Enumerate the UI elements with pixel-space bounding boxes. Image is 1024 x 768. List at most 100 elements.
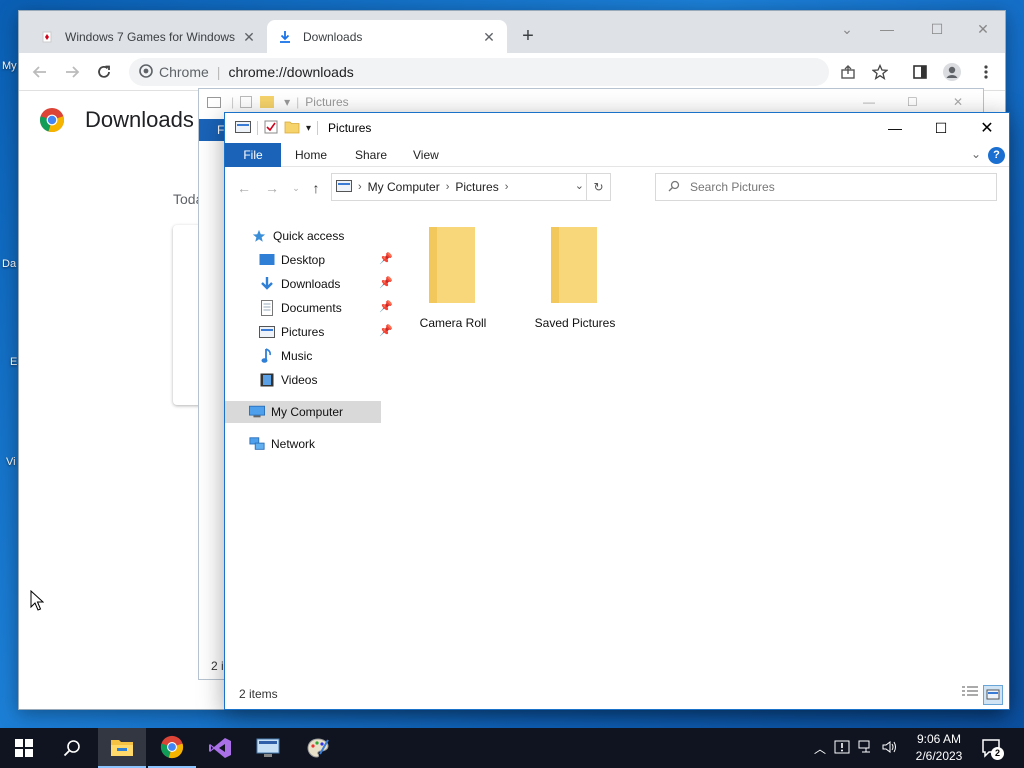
back-arrow-icon[interactable]: ← [235,179,253,197]
games-favicon-icon [39,29,55,45]
folder-label: Saved Pictures [534,316,616,330]
breadcrumb-pictures[interactable]: Pictures [455,180,498,194]
taskbar-file-explorer[interactable] [98,728,146,768]
nav-my-computer[interactable]: My Computer [225,401,381,423]
address-bar[interactable]: › My Computer › Pictures › ⌄ ↻ [331,173,611,201]
taskbar-chrome[interactable] [148,728,196,768]
share-icon[interactable] [837,61,859,83]
explorer-app-icon [235,120,251,136]
minimize-icon[interactable]: — [875,17,899,41]
customize-toolbar-chevron-icon[interactable]: ▾ [306,123,311,134]
maximize-icon[interactable]: ☐ [925,17,949,41]
search-button[interactable] [48,728,96,768]
tab-search-chevron-icon[interactable]: ⌄ [835,17,859,41]
ribbon-tab-share[interactable]: Share [341,143,401,167]
large-icons-view-icon[interactable] [983,685,1003,705]
close-window-icon[interactable]: ✕ [965,115,1009,141]
details-view-icon[interactable] [961,685,981,705]
url-text[interactable]: chrome://downloads [228,64,353,80]
desktop-icon-label-e[interactable]: E [10,356,17,368]
nav-quick-access[interactable]: Quick access [251,225,344,247]
folder-icon [423,223,483,310]
system-tray: ︿ [814,728,898,768]
chrome-tab-downloads[interactable]: Downloads ✕ [267,20,507,53]
refresh-icon[interactable]: ↻ [586,174,610,200]
videos-icon [259,372,275,388]
side-panel-icon[interactable] [909,61,931,83]
maximize-icon[interactable]: ☐ [907,95,918,109]
system-clock[interactable]: 9:06 AM 2/6/2023 [910,731,968,765]
expand-ribbon-chevron-icon[interactable]: ⌄ [971,147,981,161]
nav-downloads[interactable]: Downloads 📌 [259,273,393,295]
nav-pictures[interactable]: Pictures 📌 [259,321,393,343]
folder-item-camera-roll[interactable]: Camera Roll [403,223,503,330]
chrome-tab-games[interactable]: Windows 7 Games for Windows ✕ [29,20,267,53]
maximize-icon[interactable]: ☐ [919,115,963,141]
taskbar-remote-desktop[interactable] [244,728,292,768]
ribbon-tab-view[interactable]: View [399,143,453,167]
close-tab-icon[interactable]: ✕ [241,29,257,45]
kebab-menu-icon[interactable] [975,61,997,83]
nav-documents[interactable]: Documents 📌 [259,297,393,319]
minimize-icon[interactable]: — [873,115,917,141]
folder-icon [260,96,275,108]
close-window-icon[interactable]: ✕ [971,17,995,41]
pin-icon[interactable]: 📌 [379,252,393,265]
bookmark-star-icon[interactable] [869,61,891,83]
desktop-icon-label-my[interactable]: My [2,60,17,72]
navigation-pane: Quick access Desktop 📌 Downloads 📌 Docum… [225,225,393,475]
pin-icon[interactable]: 📌 [379,300,393,313]
forward-arrow-icon[interactable]: → [263,179,281,197]
taskbar-visual-studio[interactable] [196,728,244,768]
chrome-tab-title: Windows 7 Games for Windows [65,29,236,44]
help-icon[interactable]: ? [988,147,1005,164]
window-title: Pictures [328,121,372,135]
notification-center-icon[interactable]: 2 [980,736,1004,760]
address-dropdown-icon[interactable]: ⌄ [575,179,584,192]
download-favicon-icon [277,29,293,45]
desktop-icon-label-vi[interactable]: Vi [6,456,16,468]
close-window-icon[interactable]: ✕ [953,95,963,109]
folder-item-saved-pictures[interactable]: Saved Pictures [525,223,625,330]
chrome-logo-icon [139,63,153,81]
new-tab-button[interactable]: + [517,26,539,48]
quick-access-toolbar: ▾ [235,120,319,137]
start-button[interactable] [0,728,48,768]
close-tab-icon[interactable]: ✕ [481,29,497,45]
address-bar[interactable]: Chrome | chrome://downloads [129,58,829,86]
search-placeholder: Search Pictures [690,180,775,194]
volume-icon[interactable] [882,740,898,757]
nav-desktop[interactable]: Desktop 📌 [259,249,393,271]
taskbar-paint[interactable] [294,728,342,768]
ribbon-tab-file[interactable]: File [225,143,281,167]
up-arrow-icon[interactable]: ↑ [307,179,325,197]
breadcrumb-chevron-icon[interactable]: › [358,181,362,193]
show-hidden-icons-chevron-icon[interactable]: ︿ [814,740,826,757]
network-tray-icon[interactable] [858,740,874,757]
reload-icon[interactable] [93,61,115,83]
breadcrumb-chevron-icon[interactable]: › [505,181,509,193]
window-title: Pictures [305,95,349,109]
ribbon-tab-home[interactable]: Home [281,143,341,167]
back-arrow-icon[interactable] [29,61,51,83]
properties-icon[interactable] [264,120,278,137]
forward-arrow-icon[interactable] [61,61,83,83]
nav-videos[interactable]: Videos [259,369,317,391]
site-chip-label: Chrome [159,64,209,80]
security-shield-icon[interactable] [834,740,850,757]
breadcrumb-chevron-icon[interactable]: › [446,181,450,193]
nav-network[interactable]: Network [249,433,315,455]
desktop-icon-label-da[interactable]: Da [2,258,16,270]
music-icon [259,348,275,364]
pin-icon[interactable]: 📌 [379,324,393,337]
breadcrumb-my-computer[interactable]: My Computer [368,180,440,194]
recent-locations-chevron-icon[interactable]: ⌄ [287,179,305,197]
pin-icon[interactable]: 📌 [379,276,393,289]
ribbon-file-tab[interactable]: F [199,119,225,141]
nav-music[interactable]: Music [259,345,312,367]
search-box[interactable]: Search Pictures [655,173,997,201]
profile-avatar-icon[interactable] [941,61,963,83]
explorer-titlebar[interactable]: ▾ Pictures — ☐ ✕ [225,113,1009,143]
new-folder-icon[interactable] [284,120,300,137]
minimize-icon[interactable]: — [863,95,875,109]
